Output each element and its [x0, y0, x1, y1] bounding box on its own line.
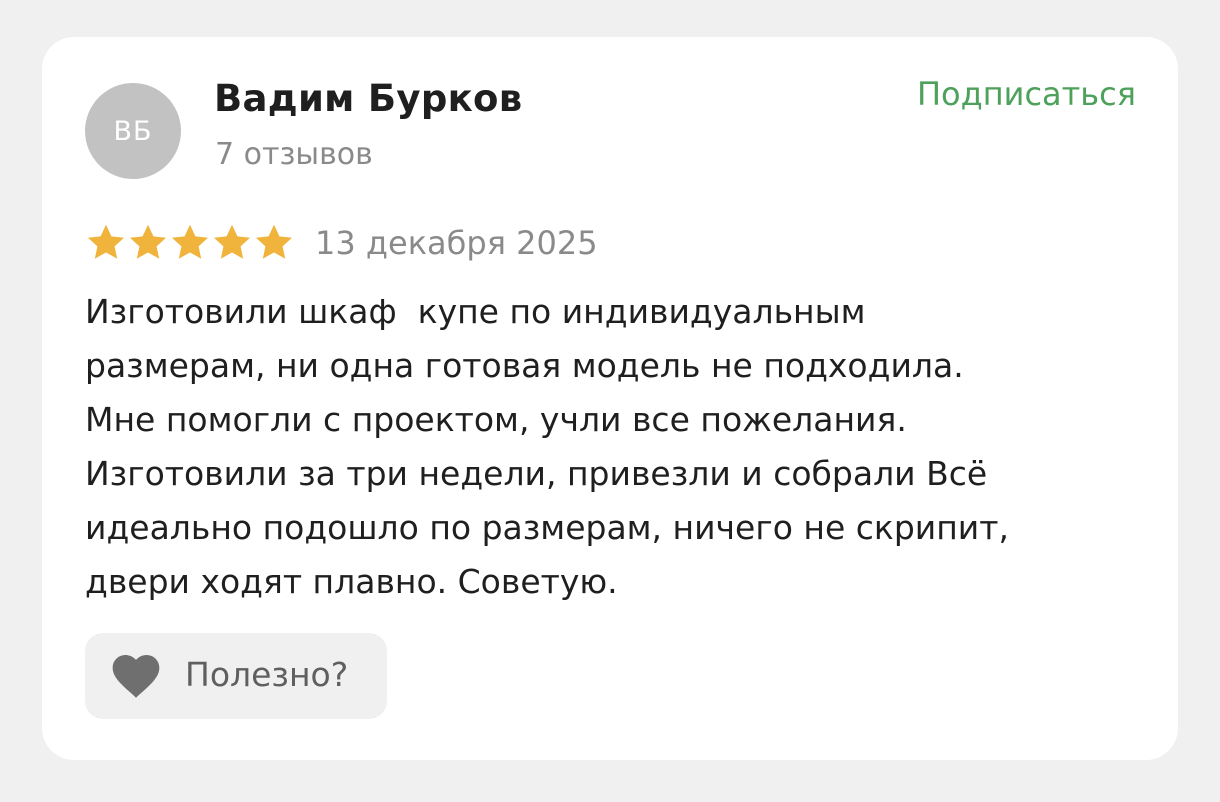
review-text-line: размерам, ни одна готовая модель не подх…	[85, 346, 964, 385]
review-text: Изготовили шкаф купе по индивидуальным ра…	[85, 285, 1145, 609]
author-review-count: 7 отзывов	[215, 137, 373, 172]
rating-row: 13 декабря 2025	[85, 221, 598, 265]
star-icon	[171, 224, 209, 259]
avatar-initials: ВБ	[113, 115, 153, 147]
star-icon	[255, 224, 293, 259]
review-card: ВБ Вадим Бурков 7 отзывов Подписаться 13…	[42, 37, 1178, 760]
star-icon	[213, 224, 251, 259]
helpful-label: Полезно?	[185, 655, 349, 694]
review-text-line: Мне помогли с проектом, учли все пожелан…	[85, 400, 907, 439]
author-name[interactable]: Вадим Бурков	[214, 77, 522, 120]
heart-icon	[112, 655, 160, 698]
review-text-line: Изготовили шкаф купе по индивидуальным	[85, 292, 866, 331]
helpful-button[interactable]: Полезно?	[85, 633, 387, 719]
star-rating	[85, 221, 295, 265]
subscribe-button[interactable]: Подписаться	[917, 75, 1136, 113]
star-icon	[87, 224, 125, 259]
review-text-line: Изготовили за три недели, привезли и соб…	[85, 454, 988, 493]
review-text-line: идеально подошло по размерам, ничего не …	[85, 508, 1009, 547]
review-date: 13 декабря 2025	[315, 224, 598, 262]
avatar[interactable]: ВБ	[85, 83, 181, 179]
review-text-line: двери ходят плавно. Советую.	[85, 562, 618, 601]
star-icon	[129, 224, 167, 259]
